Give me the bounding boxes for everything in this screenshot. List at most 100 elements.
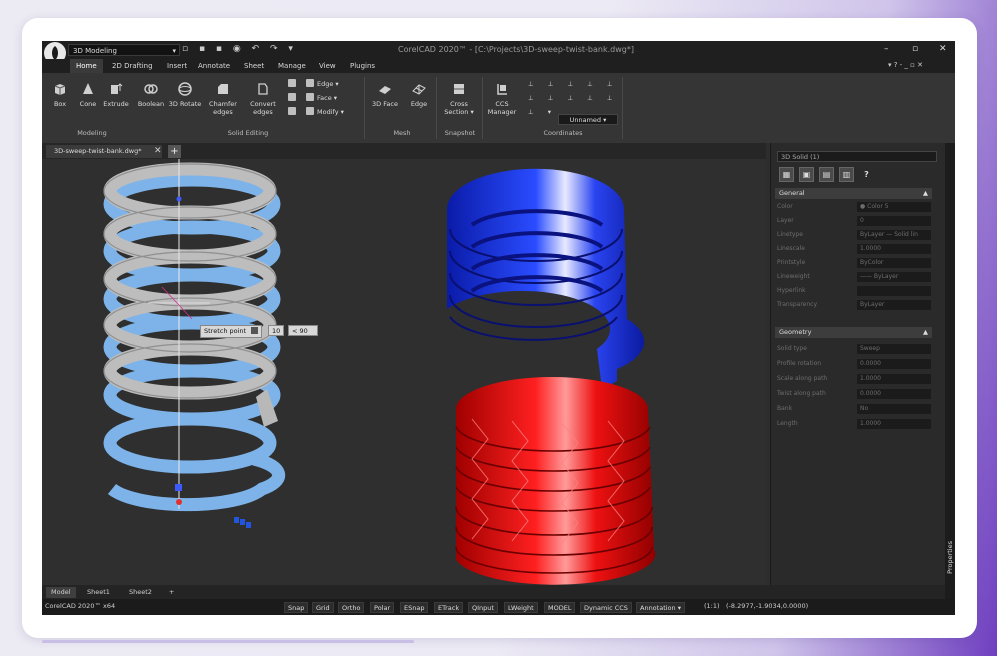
face-button[interactable]: Face ▾	[306, 93, 337, 103]
convert-icon	[258, 83, 268, 95]
rotate3d-button[interactable]: 3D Rotate	[168, 81, 202, 108]
solid-edit-tool-1[interactable]	[288, 79, 299, 89]
prop-row-linetype[interactable]: Linetype ByLayer — Solid lin	[777, 229, 932, 241]
menu-manage[interactable]: Manage	[272, 59, 312, 73]
maximize-icon[interactable]: ▫	[912, 44, 918, 54]
select-objects-icon[interactable]: ▣	[799, 167, 814, 182]
coordinates-tools-row2[interactable]: ⊥ ⊥ ⊥ ⊥ ⊥	[528, 93, 619, 103]
group-solid-editing: Solid Editing	[227, 129, 269, 137]
etrack-toggle[interactable]: ETrack	[434, 602, 464, 613]
window-title: CorelCAD 2020™ - [C:\Projects\3D-sweep-t…	[398, 45, 634, 54]
workspace-select[interactable]: 3D Modeling ▾	[68, 44, 180, 56]
document-tab-bar: 3D-sweep-twist-bank.dwg* ✕ +	[42, 143, 766, 159]
cone-button[interactable]: Cone	[76, 81, 100, 108]
prop-row-solid-type[interactable]: Solid type Sweep	[777, 343, 932, 355]
grid-toggle[interactable]: Grid	[312, 602, 334, 613]
toggle-pickadd-icon[interactable]: ▤	[819, 167, 834, 182]
corelcad-window: 3D Modeling ▾ ▫ ▪ ▪ ◉ ↶ ↷ ▾ CorelCAD 202…	[42, 41, 955, 615]
distance-input[interactable]: 10	[268, 325, 284, 336]
coordinates-tools-row1[interactable]: ⊥ ⊥ ⊥ ⊥ ⊥	[528, 79, 619, 89]
esnap-toggle[interactable]: ESnap	[400, 602, 429, 613]
dynamic-ccs-toggle[interactable]: Dynamic CCS	[580, 602, 632, 613]
prop-row-length[interactable]: Length 1.0000	[777, 418, 932, 430]
extrude-icon	[111, 83, 123, 94]
menu-home[interactable]: Home	[70, 59, 103, 73]
angle-input[interactable]: < 90	[288, 325, 318, 336]
prop-row-linescale[interactable]: Linescale 1.0000	[777, 243, 932, 255]
ccs-icon	[497, 84, 507, 95]
coordinates-tools-row3[interactable]: ⊥ ▾	[528, 107, 557, 117]
add-sheet-button[interactable]: +	[164, 587, 179, 598]
stretch-point-tooltip: Stretch point	[200, 325, 263, 338]
menu-annotate[interactable]: Annotate	[192, 59, 236, 73]
boolean-icon	[144, 84, 158, 94]
boolean-button[interactable]: Boolean	[136, 81, 166, 108]
ccs-select[interactable]: Unnamed ▾	[558, 114, 618, 125]
ortho-toggle[interactable]: Ortho	[338, 602, 365, 613]
menu-insert[interactable]: Insert	[161, 59, 193, 73]
minimize-icon[interactable]: –	[884, 44, 889, 54]
box-button[interactable]: Box	[48, 81, 72, 108]
face-icon	[306, 93, 314, 101]
lweight-toggle[interactable]: LWeight	[504, 602, 538, 613]
modify-button[interactable]: Modify ▾	[306, 107, 344, 117]
prop-row-layer[interactable]: Layer 0	[777, 215, 932, 227]
convert-edges-button[interactable]: Convert edges	[246, 81, 280, 116]
prop-row-hyperlink[interactable]: Hyperlink	[777, 285, 932, 297]
menu-view[interactable]: View	[313, 59, 342, 73]
document-tab[interactable]: 3D-sweep-twist-bank.dwg* ✕	[46, 145, 162, 158]
edge-button[interactable]: Edge ▾	[306, 79, 339, 89]
options-icon[interactable]	[251, 327, 259, 334]
solid-edit-tool-2[interactable]	[288, 93, 299, 103]
chamfer-icon	[218, 84, 228, 94]
qinput-toggle[interactable]: QInput	[468, 602, 498, 613]
prop-row-transparency[interactable]: Transparency ByLayer	[777, 299, 932, 311]
chevron-down-icon: ▾	[172, 47, 176, 55]
snap-toggle[interactable]: Snap	[284, 602, 309, 613]
decorative-underline	[42, 640, 414, 643]
prop-row-scale-along-path[interactable]: Scale along path 1.0000	[777, 373, 932, 385]
group-snapshot: Snapshot	[444, 129, 476, 137]
new-tab-button[interactable]: +	[168, 145, 181, 158]
annotation-select[interactable]: Annotation ▾	[636, 602, 685, 613]
prop-row-bank[interactable]: Bank No	[777, 403, 932, 415]
grip-point-top	[176, 196, 182, 202]
menu-sheet[interactable]: Sheet	[238, 59, 270, 73]
geometry-section-header[interactable]: Geometry ▲	[775, 327, 932, 338]
selection-select[interactable]: 3D Solid (1)	[777, 151, 937, 162]
model-toggle[interactable]: MODEL	[544, 602, 576, 613]
title-bar: 3D Modeling ▾ ▫ ▪ ▪ ◉ ↶ ↷ ▾ CorelCAD 202…	[42, 41, 955, 59]
solid-edit-tool-3[interactable]	[288, 107, 299, 117]
filter-icon[interactable]: ▥	[839, 167, 854, 182]
drawing-viewport[interactable]: Stretch point 10 < 90	[42, 159, 766, 585]
close-icon[interactable]: ✕	[939, 44, 947, 54]
quick-select-icon[interactable]: ▦	[779, 167, 794, 182]
prop-row-printstyle[interactable]: Printstyle ByColor	[777, 257, 932, 269]
help-icon[interactable]: ?	[859, 167, 874, 182]
general-section-header[interactable]: General ▲	[775, 188, 932, 199]
quick-access-toolbar[interactable]: ▫ ▪ ▪ ◉ ↶ ↷ ▾	[182, 44, 297, 54]
menu-2d-drafting[interactable]: 2D Drafting	[106, 59, 159, 73]
mesh-edge-button[interactable]: Edge	[406, 81, 432, 108]
ccs-manager-button[interactable]: CCS Manager	[486, 81, 518, 116]
3d-face-icon	[379, 86, 391, 94]
prop-row-lineweight[interactable]: Lineweight —— ByLayer	[777, 271, 932, 283]
tab-sheet2[interactable]: Sheet2	[124, 587, 157, 598]
mesh-edge-icon	[412, 84, 426, 95]
tab-model[interactable]: Model	[46, 587, 76, 598]
menu-plugins[interactable]: Plugins	[344, 59, 381, 73]
prop-row-color[interactable]: Color ● Color 5	[777, 201, 932, 213]
chamfer-edges-button[interactable]: Chamfer edges	[206, 81, 240, 116]
coordinate-readout: (-8.2977,-1.9034,0.0000)	[726, 602, 809, 610]
prop-row-twist-along-path[interactable]: Twist along path 0.0000	[777, 388, 932, 400]
ribbon-controls[interactable]: ▾ ? - _ ▫ ✕	[888, 61, 923, 69]
3d-face-button[interactable]: 3D Face	[370, 81, 400, 108]
close-icon[interactable]: ✕	[154, 145, 162, 158]
properties-side-tab[interactable]: Properties	[946, 541, 954, 574]
extrude-button[interactable]: Extrude	[102, 81, 130, 108]
group-coordinates: Coordinates	[543, 129, 583, 137]
prop-row-profile-rotation[interactable]: Profile rotation 0.0000	[777, 358, 932, 370]
tab-sheet1[interactable]: Sheet1	[82, 587, 115, 598]
polar-toggle[interactable]: Polar	[370, 602, 395, 613]
cross-section-button[interactable]: Cross Section ▾	[442, 81, 476, 116]
